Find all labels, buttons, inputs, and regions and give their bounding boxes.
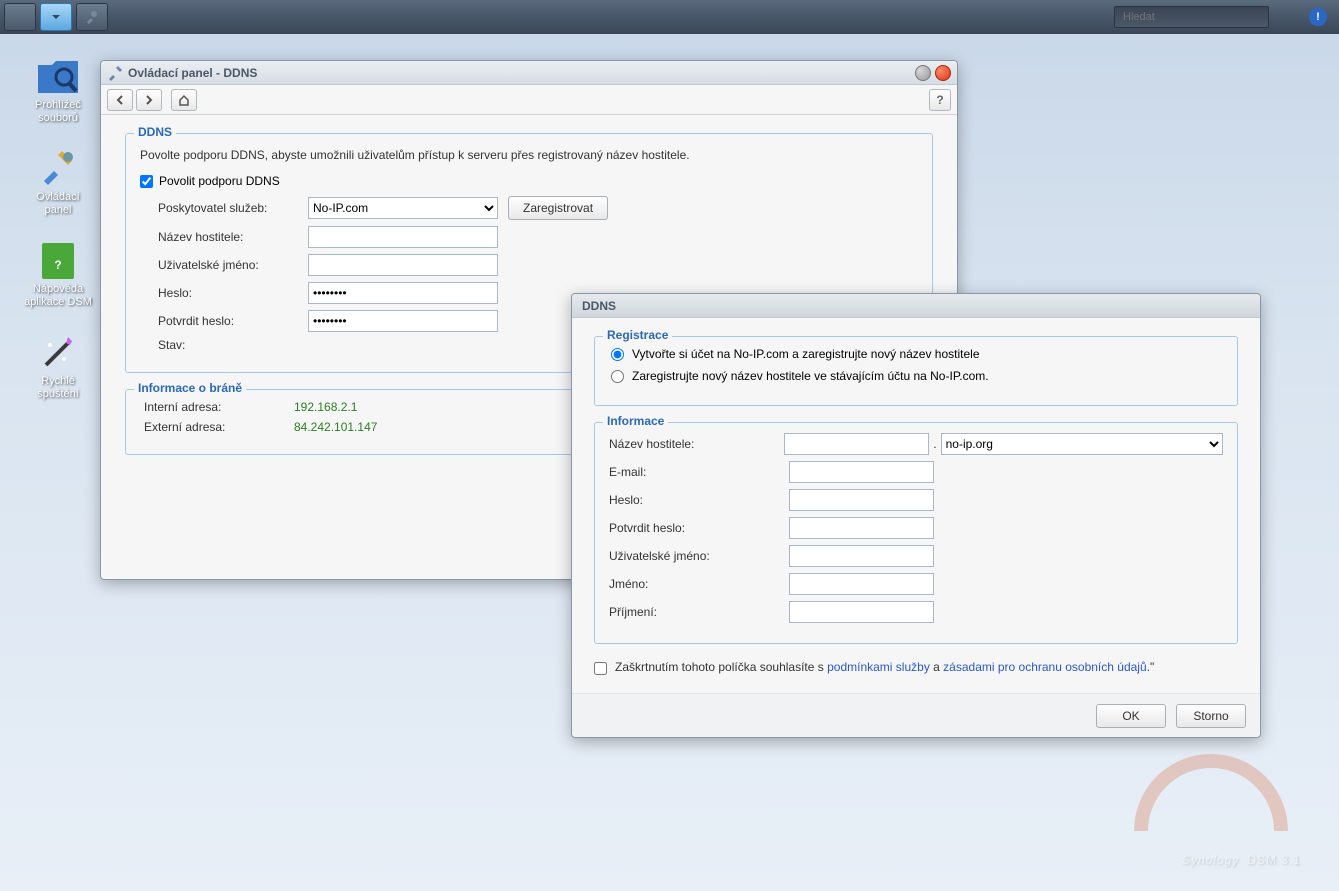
hostname-label: Název hostitele: [609, 437, 784, 451]
ddns-description: Povolte podporu DDNS, abyste umožnili už… [140, 148, 918, 162]
password-label: Heslo: [609, 493, 789, 507]
back-button[interactable] [107, 89, 133, 111]
external-address-label: Externí adresa: [144, 420, 294, 434]
fieldset-legend: DDNS [134, 125, 176, 139]
hostname-input[interactable] [308, 226, 498, 248]
wand-icon [34, 331, 82, 373]
provider-select[interactable]: No-IP.com [308, 197, 498, 219]
desktop-icon-label: Ovládacípanel [36, 191, 79, 217]
fieldset-information: Informace Název hostitele: . no-ip.org E… [594, 422, 1238, 644]
search-input[interactable] [1123, 11, 1265, 23]
lastname-input[interactable] [789, 601, 934, 623]
window-titlebar[interactable]: Ovládací panel - DDNS [101, 61, 957, 85]
window-title: Ovládací panel - DDNS [128, 66, 911, 80]
desktop-icon-file-browser[interactable]: Prohlížečsouborů [18, 55, 98, 125]
agree-terms-checkbox[interactable] [594, 662, 607, 675]
terms-link[interactable]: podmínkami služby [827, 660, 930, 674]
username-label: Uživatelské jméno: [158, 258, 308, 272]
username-label: Uživatelské jméno: [609, 549, 789, 563]
fieldset-legend: Informace o bráně [134, 381, 246, 395]
password-label: Heslo: [158, 286, 308, 300]
email-label: E-mail: [609, 465, 789, 479]
taskbar: ! [0, 0, 1339, 34]
svg-text:?: ? [54, 258, 61, 272]
folder-search-icon [34, 55, 82, 97]
tools-icon [34, 147, 82, 189]
desktop-icon-label: Rychléspuštění [37, 375, 79, 401]
domain-select[interactable]: no-ip.org [941, 433, 1223, 455]
agree-text: Zaškrtnutím tohoto políčka souhlasíte s … [615, 660, 1154, 674]
notification-button[interactable]: ! [1309, 8, 1327, 26]
forward-button[interactable] [136, 89, 162, 111]
hostname-input[interactable] [784, 433, 929, 455]
help-button[interactable]: ? [929, 89, 951, 111]
firstname-label: Jméno: [609, 577, 789, 591]
close-button[interactable] [935, 65, 951, 81]
fieldset-legend: Informace [603, 414, 668, 428]
register-option-label: Vytvořte si účet na No-IP.com a zaregist… [632, 347, 980, 361]
email-input[interactable] [789, 461, 934, 483]
register-button[interactable]: Zaregistrovat [508, 196, 608, 220]
confirm-password-input[interactable] [308, 310, 498, 332]
task-tools-button[interactable] [76, 3, 108, 31]
cancel-button[interactable]: Storno [1176, 704, 1246, 728]
confirm-password-label: Potvrdit heslo: [609, 521, 789, 535]
username-input[interactable] [789, 545, 934, 567]
dialog-footer: OK Storno [572, 693, 1260, 737]
fieldset-legend: Registrace [603, 328, 672, 342]
firstname-input[interactable] [789, 573, 934, 595]
desktop-icon-label: Nápovědaaplikace DSM [24, 283, 92, 309]
lastname-label: Příjmení: [609, 605, 789, 619]
fieldset-registration: Registrace Vytvořte si účet na No-IP.com… [594, 336, 1238, 406]
branding: SynologyDSM 3.1 [1182, 839, 1301, 871]
dialog-titlebar[interactable]: DDNS [572, 294, 1260, 318]
external-address-value: 84.242.101.147 [294, 420, 377, 434]
dialog-ddns-register: DDNS Registrace Vytvořte si účet na No-I… [571, 293, 1261, 738]
privacy-link[interactable]: zásadami pro ochranu osobních údajů [943, 660, 1146, 674]
register-option-label: Zaregistrujte nový název hostitele ve st… [632, 369, 989, 383]
gauge-watermark [1121, 751, 1301, 841]
internal-address-value: 192.168.2.1 [294, 400, 357, 414]
register-option-existing-account[interactable] [611, 370, 624, 383]
minimize-button[interactable] [915, 65, 931, 81]
username-input[interactable] [308, 254, 498, 276]
status-label: Stav: [158, 338, 308, 352]
home-button[interactable] [171, 89, 197, 111]
confirm-password-label: Potvrdit heslo: [158, 314, 308, 328]
tools-icon [107, 65, 123, 81]
confirm-password-input[interactable] [789, 517, 934, 539]
desktop-icons: Prohlížečsouborů Ovládacípanel ? Nápověd… [18, 55, 98, 423]
task-handle[interactable] [4, 3, 36, 31]
enable-ddns-checkbox[interactable] [140, 175, 153, 188]
internal-address-label: Interní adresa: [144, 400, 294, 414]
ok-button[interactable]: OK [1096, 704, 1166, 728]
password-input[interactable] [789, 489, 934, 511]
provider-label: Poskytovatel služeb: [158, 201, 308, 215]
desktop-icon-label: Prohlížečsouborů [35, 99, 81, 125]
task-menu-button[interactable] [40, 3, 72, 31]
register-option-new-account[interactable] [611, 348, 624, 361]
desktop-icon-control-panel[interactable]: Ovládacípanel [18, 147, 98, 217]
password-input[interactable] [308, 282, 498, 304]
desktop-icon-help[interactable]: ? Nápovědaaplikace DSM [18, 239, 98, 309]
search-box[interactable] [1114, 6, 1269, 28]
hostname-dot: . [933, 437, 936, 451]
dialog-title: DDNS [582, 299, 1254, 313]
enable-ddns-label: Povolit podporu DDNS [159, 174, 280, 188]
window-toolbar: ? [101, 85, 957, 115]
help-book-icon: ? [34, 239, 82, 281]
desktop-icon-quick-start[interactable]: Rychléspuštění [18, 331, 98, 401]
hostname-label: Název hostitele: [158, 230, 308, 244]
